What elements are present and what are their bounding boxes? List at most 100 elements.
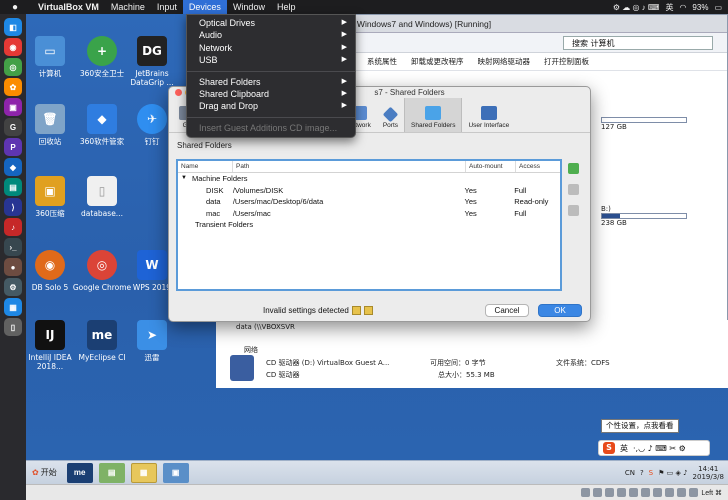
- toolbar-map-drive[interactable]: 映射网络驱动器: [478, 56, 531, 67]
- language-indicator[interactable]: CN: [625, 469, 635, 477]
- menu-item-usb[interactable]: USB ▶: [187, 54, 355, 66]
- column-name[interactable]: Name: [178, 161, 233, 172]
- disclosure-triangle-icon[interactable]: ▼: [178, 173, 192, 185]
- taskbar-explorer[interactable]: ▦: [130, 462, 157, 483]
- taskbar-myeclipse[interactable]: me: [66, 462, 93, 483]
- menu-item-drag-and-drop[interactable]: Drag and Drop ▶: [187, 100, 355, 112]
- toolbar-control-panel[interactable]: 打开控制面板: [544, 56, 589, 67]
- menu-separator: [187, 116, 355, 118]
- sogou-ime-bar[interactable]: S 英 ·,◡ ♪ ⌨ ✂ ⚙: [598, 440, 710, 456]
- ok-button[interactable]: OK: [538, 304, 582, 317]
- wifi-icon[interactable]: ◠: [679, 3, 686, 12]
- menu-app-name[interactable]: VirtualBox VM: [32, 0, 105, 14]
- shared-folders-list[interactable]: Name Path Auto-mount Access ▼ Machine Fo…: [176, 159, 562, 291]
- tab-ports[interactable]: Ports: [377, 98, 404, 132]
- add-folder-icon[interactable]: [568, 163, 579, 174]
- pycharm-icon[interactable]: P: [4, 138, 22, 156]
- menu-item-network[interactable]: Network ▶: [187, 42, 355, 54]
- ime-indicator[interactable]: 英: [665, 2, 673, 13]
- network-drive[interactable]: data (\\VBOXSVR: [236, 323, 295, 331]
- ime-tools-icon[interactable]: ·,◡ ♪ ⌨ ✂ ⚙: [633, 444, 686, 453]
- desktop-icon-datagrip[interactable]: DG JetBrains DataGrip ...: [120, 36, 184, 87]
- desktop-icon-thunder[interactable]: ➤ 迅雷: [120, 320, 184, 362]
- cpu-status-icon[interactable]: [677, 488, 687, 497]
- menu-item-shared-clipboard[interactable]: Shared Clipboard ▶: [187, 88, 355, 100]
- start-button[interactable]: ✿ 开始: [28, 464, 61, 482]
- cd-status-icon[interactable]: [593, 488, 603, 497]
- invalid-settings-warning[interactable]: Invalid settings detected: [263, 306, 373, 315]
- battery-percent[interactable]: 93%: [692, 3, 708, 12]
- mouse-status-icon[interactable]: [689, 488, 699, 497]
- chrome-icon: ◎: [87, 250, 117, 280]
- network-label[interactable]: 网络: [244, 345, 258, 355]
- finder-icon[interactable]: ◧: [4, 18, 22, 36]
- ime-mode[interactable]: 英: [620, 443, 628, 454]
- cancel-button[interactable]: Cancel: [485, 304, 529, 317]
- menu-window[interactable]: Window: [227, 0, 271, 14]
- table-row[interactable]: DISK /Volumes/DISK Yes Full: [178, 185, 560, 197]
- chrome-icon[interactable]: ◎: [4, 58, 22, 76]
- menu-input[interactable]: Input: [151, 0, 183, 14]
- menu-devices[interactable]: Devices: [182, 0, 227, 14]
- desktop-icon-database[interactable]: ▯ database...: [70, 176, 134, 218]
- terminal-icon[interactable]: ›_: [4, 238, 22, 256]
- trash-icon[interactable]: ▯: [4, 318, 22, 336]
- menu-help[interactable]: Help: [271, 0, 302, 14]
- shared-folder-status-icon[interactable]: [641, 488, 651, 497]
- menu-item-shared-folders[interactable]: Shared Folders ▶: [187, 76, 355, 88]
- table-row[interactable]: data /Users/mac/Desktop/6/data Yes Read-…: [178, 196, 560, 208]
- display-status-icon[interactable]: [653, 488, 663, 497]
- menu-item-optical-drives[interactable]: Optical Drives ▶: [187, 17, 355, 29]
- toolbar-uninstall[interactable]: 卸载或更改程序: [411, 56, 464, 67]
- go-icon[interactable]: G: [4, 118, 22, 136]
- ide-icon[interactable]: ▣: [4, 98, 22, 116]
- sogou-logo-icon[interactable]: S: [603, 442, 615, 454]
- network-status-icon[interactable]: [617, 488, 627, 497]
- column-access[interactable]: Access: [516, 161, 560, 172]
- battery-icon[interactable]: ▭: [714, 3, 722, 12]
- folder-icon: [425, 106, 442, 120]
- audio-status-icon[interactable]: [605, 488, 615, 497]
- warning-icon[interactable]: [363, 306, 373, 315]
- cd-drive-name[interactable]: CD 驱动器 (D:) VirtualBox Guest A...: [266, 358, 389, 368]
- edit-folder-icon[interactable]: [568, 184, 579, 195]
- column-automount[interactable]: Auto-mount: [466, 161, 516, 172]
- warning-icon[interactable]: [351, 306, 361, 315]
- remove-folder-icon[interactable]: [568, 205, 579, 216]
- toolbar-system-properties[interactable]: 系统属性: [367, 56, 397, 67]
- menu-item-audio[interactable]: Audio ▶: [187, 29, 355, 41]
- close-window-icon[interactable]: [175, 89, 182, 96]
- column-path[interactable]: Path: [233, 161, 466, 172]
- sogou-tray-icon[interactable]: S: [649, 469, 653, 477]
- virtualbox-icon[interactable]: ▦: [4, 298, 22, 316]
- drive-usage-2: B:) 238 GB: [601, 205, 687, 227]
- maps-icon[interactable]: ◆: [4, 158, 22, 176]
- vscode-icon[interactable]: ⟩: [4, 198, 22, 216]
- taskbar-vm[interactable]: ▣: [162, 462, 189, 483]
- tool-icon[interactable]: ▤: [4, 178, 22, 196]
- record-status-icon[interactable]: [665, 488, 675, 497]
- music-icon[interactable]: ♪: [4, 218, 22, 236]
- help-icon[interactable]: ?: [640, 469, 644, 477]
- guest-search-input[interactable]: 搜索 计算机: [563, 35, 713, 50]
- menu-machine[interactable]: Machine: [105, 0, 151, 14]
- photos-icon[interactable]: ✿: [4, 78, 22, 96]
- status-icons[interactable]: ⚙ ☁ ◎ ♪ ⌨: [613, 3, 660, 12]
- tab-shared-folders[interactable]: Shared Folders: [404, 98, 463, 132]
- table-row[interactable]: mac /Users/mac Yes Full: [178, 208, 560, 220]
- apple-icon[interactable]: ●: [8, 2, 22, 13]
- group-machine-folders[interactable]: ▼ Machine Folders: [178, 173, 560, 185]
- desktop-icon-label: database...: [81, 209, 123, 218]
- app-icon[interactable]: ◉: [4, 38, 22, 56]
- group-label: Transient Folders: [195, 220, 254, 230]
- app-icon-2[interactable]: ●: [4, 258, 22, 276]
- taskbar-notepad[interactable]: ▤: [98, 462, 125, 483]
- group-transient-folders[interactable]: Transient Folders: [178, 219, 560, 231]
- settings-icon[interactable]: ⚙: [4, 278, 22, 296]
- tab-user-interface[interactable]: User Interface: [462, 98, 515, 132]
- menu-item-label: Shared Folders: [199, 76, 261, 87]
- hdd-status-icon[interactable]: [581, 488, 591, 497]
- usb-status-icon[interactable]: [629, 488, 639, 497]
- tray-icons[interactable]: ⚑ ▭ ◈ ♪: [658, 469, 687, 477]
- clock[interactable]: 14:41 2019/3/8: [693, 465, 724, 481]
